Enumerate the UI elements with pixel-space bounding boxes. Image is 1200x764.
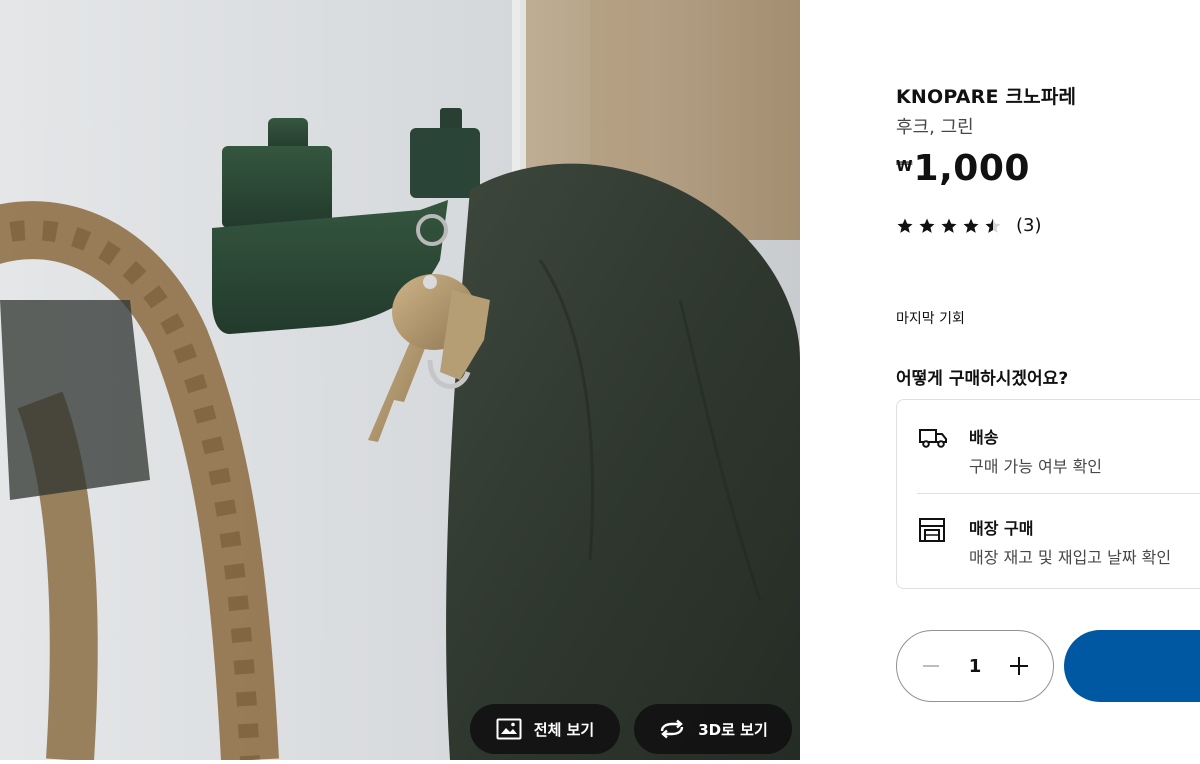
delivery-subtitle: 구매 가능 여부 확인 (969, 457, 1103, 476)
currency-symbol: ₩ (896, 157, 913, 175)
store-title: 매장 구매 (969, 519, 1034, 538)
fullscreen-button[interactable]: 전체 보기 (470, 704, 620, 754)
rating-count: (3) (1016, 215, 1042, 236)
plus-icon (1010, 657, 1028, 675)
product-info-panel: KNOPARE 크노파레 후크, 그린 ₩ 1,000 (3) 마지막 기회 어… (896, 0, 1200, 764)
view-3d-label: 3D로 보기 (698, 720, 768, 739)
star-half-icon (985, 218, 1001, 233)
quantity-stepper: 1 (896, 630, 1054, 702)
store-icon (919, 518, 945, 542)
increase-quantity-button[interactable] (1007, 654, 1031, 678)
rotate-3d-icon (661, 719, 684, 739)
delivery-title: 배송 (969, 428, 999, 447)
star-full-icon (963, 218, 979, 233)
view-3d-button[interactable]: 3D로 보기 (634, 704, 792, 754)
image-gallery-icon (496, 718, 522, 740)
store-subtitle: 매장 재고 및 재입고 날짜 확인 (969, 548, 1172, 567)
rating[interactable]: (3) (896, 215, 1042, 236)
add-to-cart-button[interactable] (1064, 630, 1200, 702)
price-amount: 1,000 (913, 148, 1030, 189)
product-price: ₩ 1,000 (896, 148, 1030, 189)
purchase-heading: 어떻게 구매하시겠어요? (896, 369, 1069, 389)
truck-icon (919, 429, 947, 448)
star-full-icon (919, 218, 935, 233)
product-image (0, 0, 800, 760)
product-description: 후크, 그린 (896, 117, 974, 138)
product-name: KNOPARE 크노파레 (896, 86, 1077, 108)
product-page: 전체 보기 3D로 보기 KNOPARE 크노파레 후크, 그린 ₩ 1,000 (0, 0, 1200, 764)
availability-note: 마지막 기회 (896, 311, 965, 327)
store-option[interactable]: 매장 구매 매장 재고 및 재입고 날짜 확인 (897, 494, 1200, 586)
star-full-icon (897, 218, 913, 233)
quantity-value[interactable]: 1 (969, 656, 982, 677)
star-full-icon (941, 218, 957, 233)
fullscreen-label: 전체 보기 (533, 720, 595, 739)
delivery-option[interactable]: 배송 구매 가능 여부 확인 (897, 400, 1200, 492)
rating-stars (896, 217, 1002, 235)
minus-icon (923, 665, 939, 667)
purchase-options: 배송 구매 가능 여부 확인 매장 구매 매장 재고 및 재입고 날짜 확인 (896, 399, 1200, 589)
product-photo[interactable]: 전체 보기 3D로 보기 (0, 0, 800, 760)
decrease-quantity-button[interactable] (919, 654, 943, 678)
